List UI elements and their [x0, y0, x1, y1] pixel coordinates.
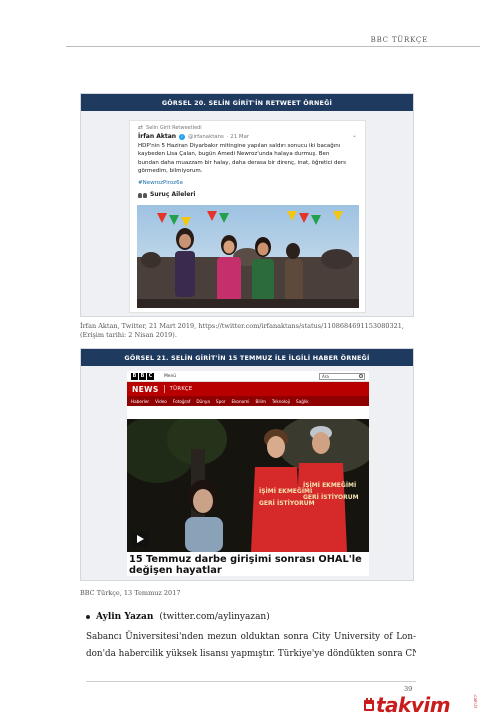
bbc-nav-item[interactable]: Spor — [216, 399, 226, 404]
bbc-nav-item[interactable]: Teknoloji — [272, 399, 290, 404]
bbc-logo-letter: B — [131, 372, 138, 380]
header-rule — [66, 46, 480, 47]
bbc-article-screenshot[interactable]: B B C Menü Ara NEWS TÜRKÇE Haberler Vide… — [127, 371, 369, 576]
bullet-item: Aylin Yazan (twitter.com/aylinyazan) — [86, 612, 270, 622]
bbc-nav-item[interactable]: Sağlık — [296, 399, 309, 404]
verified-badge-icon: ✓ — [179, 133, 186, 140]
retweet-icon: ⇄ — [138, 124, 144, 131]
bbc-nav-item[interactable]: Ekonomi — [232, 399, 250, 404]
paragraph-line: don'da habercilik yüksek lisansı yapmışt… — [86, 648, 416, 659]
bbc-nav: Haberler Video Fotoğraf Dünya Spor Ekono… — [127, 396, 369, 406]
bbc-news-bar: NEWS TÜRKÇE — [127, 382, 369, 396]
footer-rule — [86, 681, 416, 682]
bbc-logo[interactable]: B B C — [131, 372, 154, 380]
play-icon — [131, 531, 149, 547]
tweet-header: İrfan Aktan ✓ @irfanaktans · 21 Mar — [138, 133, 249, 140]
search-icon — [359, 373, 363, 378]
figure-21-title: GÖRSEL 21. SELİN GİRİT'İN 15 TEMMUZ İLE … — [81, 349, 413, 366]
tweet-link-label: Suruç Aileleri — [150, 191, 196, 198]
bbc-menu-button[interactable]: Menü — [164, 374, 176, 379]
paragraph-line: Sabancı Üniversitesi'nden mezun olduktan… — [86, 632, 416, 642]
newroz-crowd-photo — [137, 205, 359, 308]
retweet-indicator: ⇄ Selin Girit Retweetledi — [138, 124, 202, 131]
journalist-name: Aylin Yazan — [96, 612, 154, 622]
bbc-section-name[interactable]: NEWS — [132, 385, 159, 394]
bbc-edition-name[interactable]: TÜRKÇE — [170, 386, 193, 392]
bbc-nav-item[interactable]: Video — [155, 399, 167, 404]
tweet-card[interactable]: ⇄ Selin Girit Retweetledi İrfan Aktan ✓ … — [129, 120, 366, 313]
tweet-photo[interactable] — [137, 205, 359, 308]
figure-20-caption: İrfan Aktan, Twitter, 21 Mart 2019, http… — [80, 322, 404, 339]
bbc-bar-divider — [163, 385, 165, 393]
bbc-headline[interactable]: 15 Temmuz darbe girişimi sonrası OHAL'le… — [129, 554, 369, 576]
bbc-logo-letter: C — [147, 372, 154, 380]
bbc-nav-item[interactable]: Bilim — [255, 399, 265, 404]
bbc-headline-line: 15 Temmuz darbe girişimi sonrası OHAL'le — [129, 554, 362, 565]
figure-20-title: GÖRSEL 20. SELİN GİRİT'İN RETWEET ÖRNEĞİ — [81, 94, 413, 111]
figure-21: GÖRSEL 21. SELİN GİRİT'İN 15 TEMMUZ İLE … — [80, 348, 414, 581]
watermark-brand: takvim — [376, 693, 451, 717]
bbc-search-label: Ara — [322, 373, 329, 379]
tweet-date: · 21 Mar — [226, 133, 250, 140]
tweet-author-name[interactable]: İrfan Aktan — [138, 133, 176, 140]
bbc-search-input[interactable]: Ara — [319, 372, 365, 380]
journalist-twitter-handle[interactable]: (twitter.com/aylinyazan) — [159, 612, 269, 622]
bbc-topbar: B B C Menü Ara — [127, 371, 369, 382]
bbc-article-photo[interactable]: İŞİMİ EKMEĞİMİ GERİ İSTİYORUM İŞİMİ EKME… — [127, 419, 369, 552]
running-header: BBC TÜRKÇE — [370, 36, 428, 44]
bbc-nav-item[interactable]: Fotoğraf — [173, 399, 190, 404]
bbc-logo-letter: B — [139, 372, 146, 380]
vest-slogan-line: GERİ İSTİYORUM — [303, 494, 359, 501]
figure-20: GÖRSEL 20. SELİN GİRİT'İN RETWEET ÖRNEĞİ… — [80, 93, 414, 317]
bullet-dot — [86, 615, 90, 619]
tweet-hashtag[interactable]: #NewrozPiroz6e — [138, 180, 183, 186]
bbc-headline-line: değişen hayatlar — [129, 565, 222, 576]
tweet-text: HDP'nin 5 Haziran Diyarbakır mitingine y… — [138, 143, 346, 175]
vest-slogan-line: İŞİMİ EKMEĞİMİ — [303, 482, 356, 489]
watermark-domain: .com.tr — [473, 694, 478, 709]
figure-21-caption: BBC Türkçe, 13 Temmuz 2017 — [80, 589, 181, 597]
vest-slogan-line: GERİ İSTİYORUM — [259, 500, 315, 507]
chevron-down-icon[interactable]: ⌄ — [352, 132, 357, 139]
bbc-nav-item[interactable]: Haberler — [131, 399, 149, 404]
people-icon — [138, 191, 147, 198]
bbc-nav-item[interactable]: Dünya — [196, 399, 210, 404]
takvim-watermark: takvim .com.tr — [364, 690, 480, 720]
tweet-mention-link[interactable]: Suruç Aileleri — [138, 191, 195, 198]
body-paragraph: Sabancı Üniversitesi'nden mezun olduktan… — [86, 629, 416, 662]
takvim-logo-icon — [364, 698, 374, 711]
protest-photo: İŞİMİ EKMEĞİMİ GERİ İSTİYORUM İŞİMİ EKME… — [127, 419, 369, 552]
retweeted-by: Selin Girit Retweetledi — [146, 124, 202, 131]
tweet-author-handle[interactable]: @irfanaktans — [188, 134, 224, 140]
